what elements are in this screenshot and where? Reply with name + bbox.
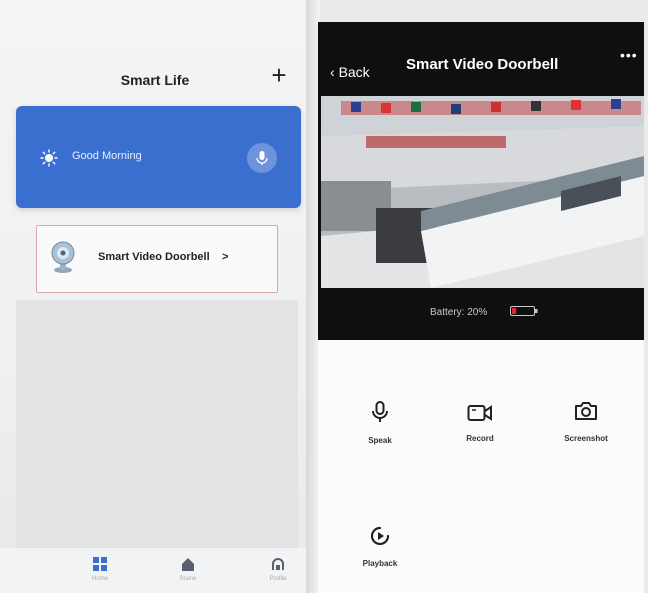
nav-profile-label: Profile xyxy=(269,576,287,582)
device-list-empty-area xyxy=(16,300,298,550)
device-name: Smart Video Doorbell xyxy=(98,251,210,263)
playback-label: Playback xyxy=(362,559,398,568)
chevron-right-icon: > xyxy=(222,251,229,263)
back-button[interactable]: ‹ Back xyxy=(330,64,370,80)
speak-button[interactable]: Speak xyxy=(350,400,410,445)
flags-banner xyxy=(341,99,641,115)
playback-button[interactable]: Playback xyxy=(350,525,410,568)
plus-icon[interactable]: + xyxy=(266,62,292,88)
voice-button[interactable] xyxy=(247,143,277,173)
microphone-icon xyxy=(372,401,388,422)
screenshot-label: Screenshot xyxy=(564,434,608,443)
more-icon[interactable]: ••• xyxy=(620,47,638,63)
video-camera-icon xyxy=(467,405,492,421)
microphone-icon xyxy=(256,151,268,165)
battery-icon xyxy=(510,306,538,316)
nav-scene[interactable]: Scene xyxy=(168,556,208,582)
profile-icon xyxy=(272,558,284,570)
camera-icon xyxy=(575,402,597,420)
page-title: Smart Video Doorbell xyxy=(406,56,559,73)
nav-home-label: Home xyxy=(91,576,108,582)
grid-icon xyxy=(93,557,107,571)
record-label: Record xyxy=(466,434,494,443)
battery-status: Battery: 20% xyxy=(430,307,488,318)
screenshot-button[interactable]: Screenshot xyxy=(556,400,616,443)
back-label: Back xyxy=(338,64,370,80)
live-video-feed[interactable] xyxy=(321,96,644,288)
greeting-text: Good Morning xyxy=(72,150,142,162)
nav-home[interactable]: Home xyxy=(80,556,120,582)
nav-profile[interactable]: Profile xyxy=(258,556,298,582)
record-button[interactable]: Record xyxy=(450,404,510,443)
house-icon xyxy=(182,558,194,571)
playback-icon xyxy=(370,526,390,546)
sun-icon xyxy=(40,149,58,167)
camera-device-icon xyxy=(51,241,75,273)
nav-scene-label: Scene xyxy=(179,576,197,582)
app-title: Smart Life xyxy=(120,72,190,88)
speak-label: Speak xyxy=(368,436,392,445)
